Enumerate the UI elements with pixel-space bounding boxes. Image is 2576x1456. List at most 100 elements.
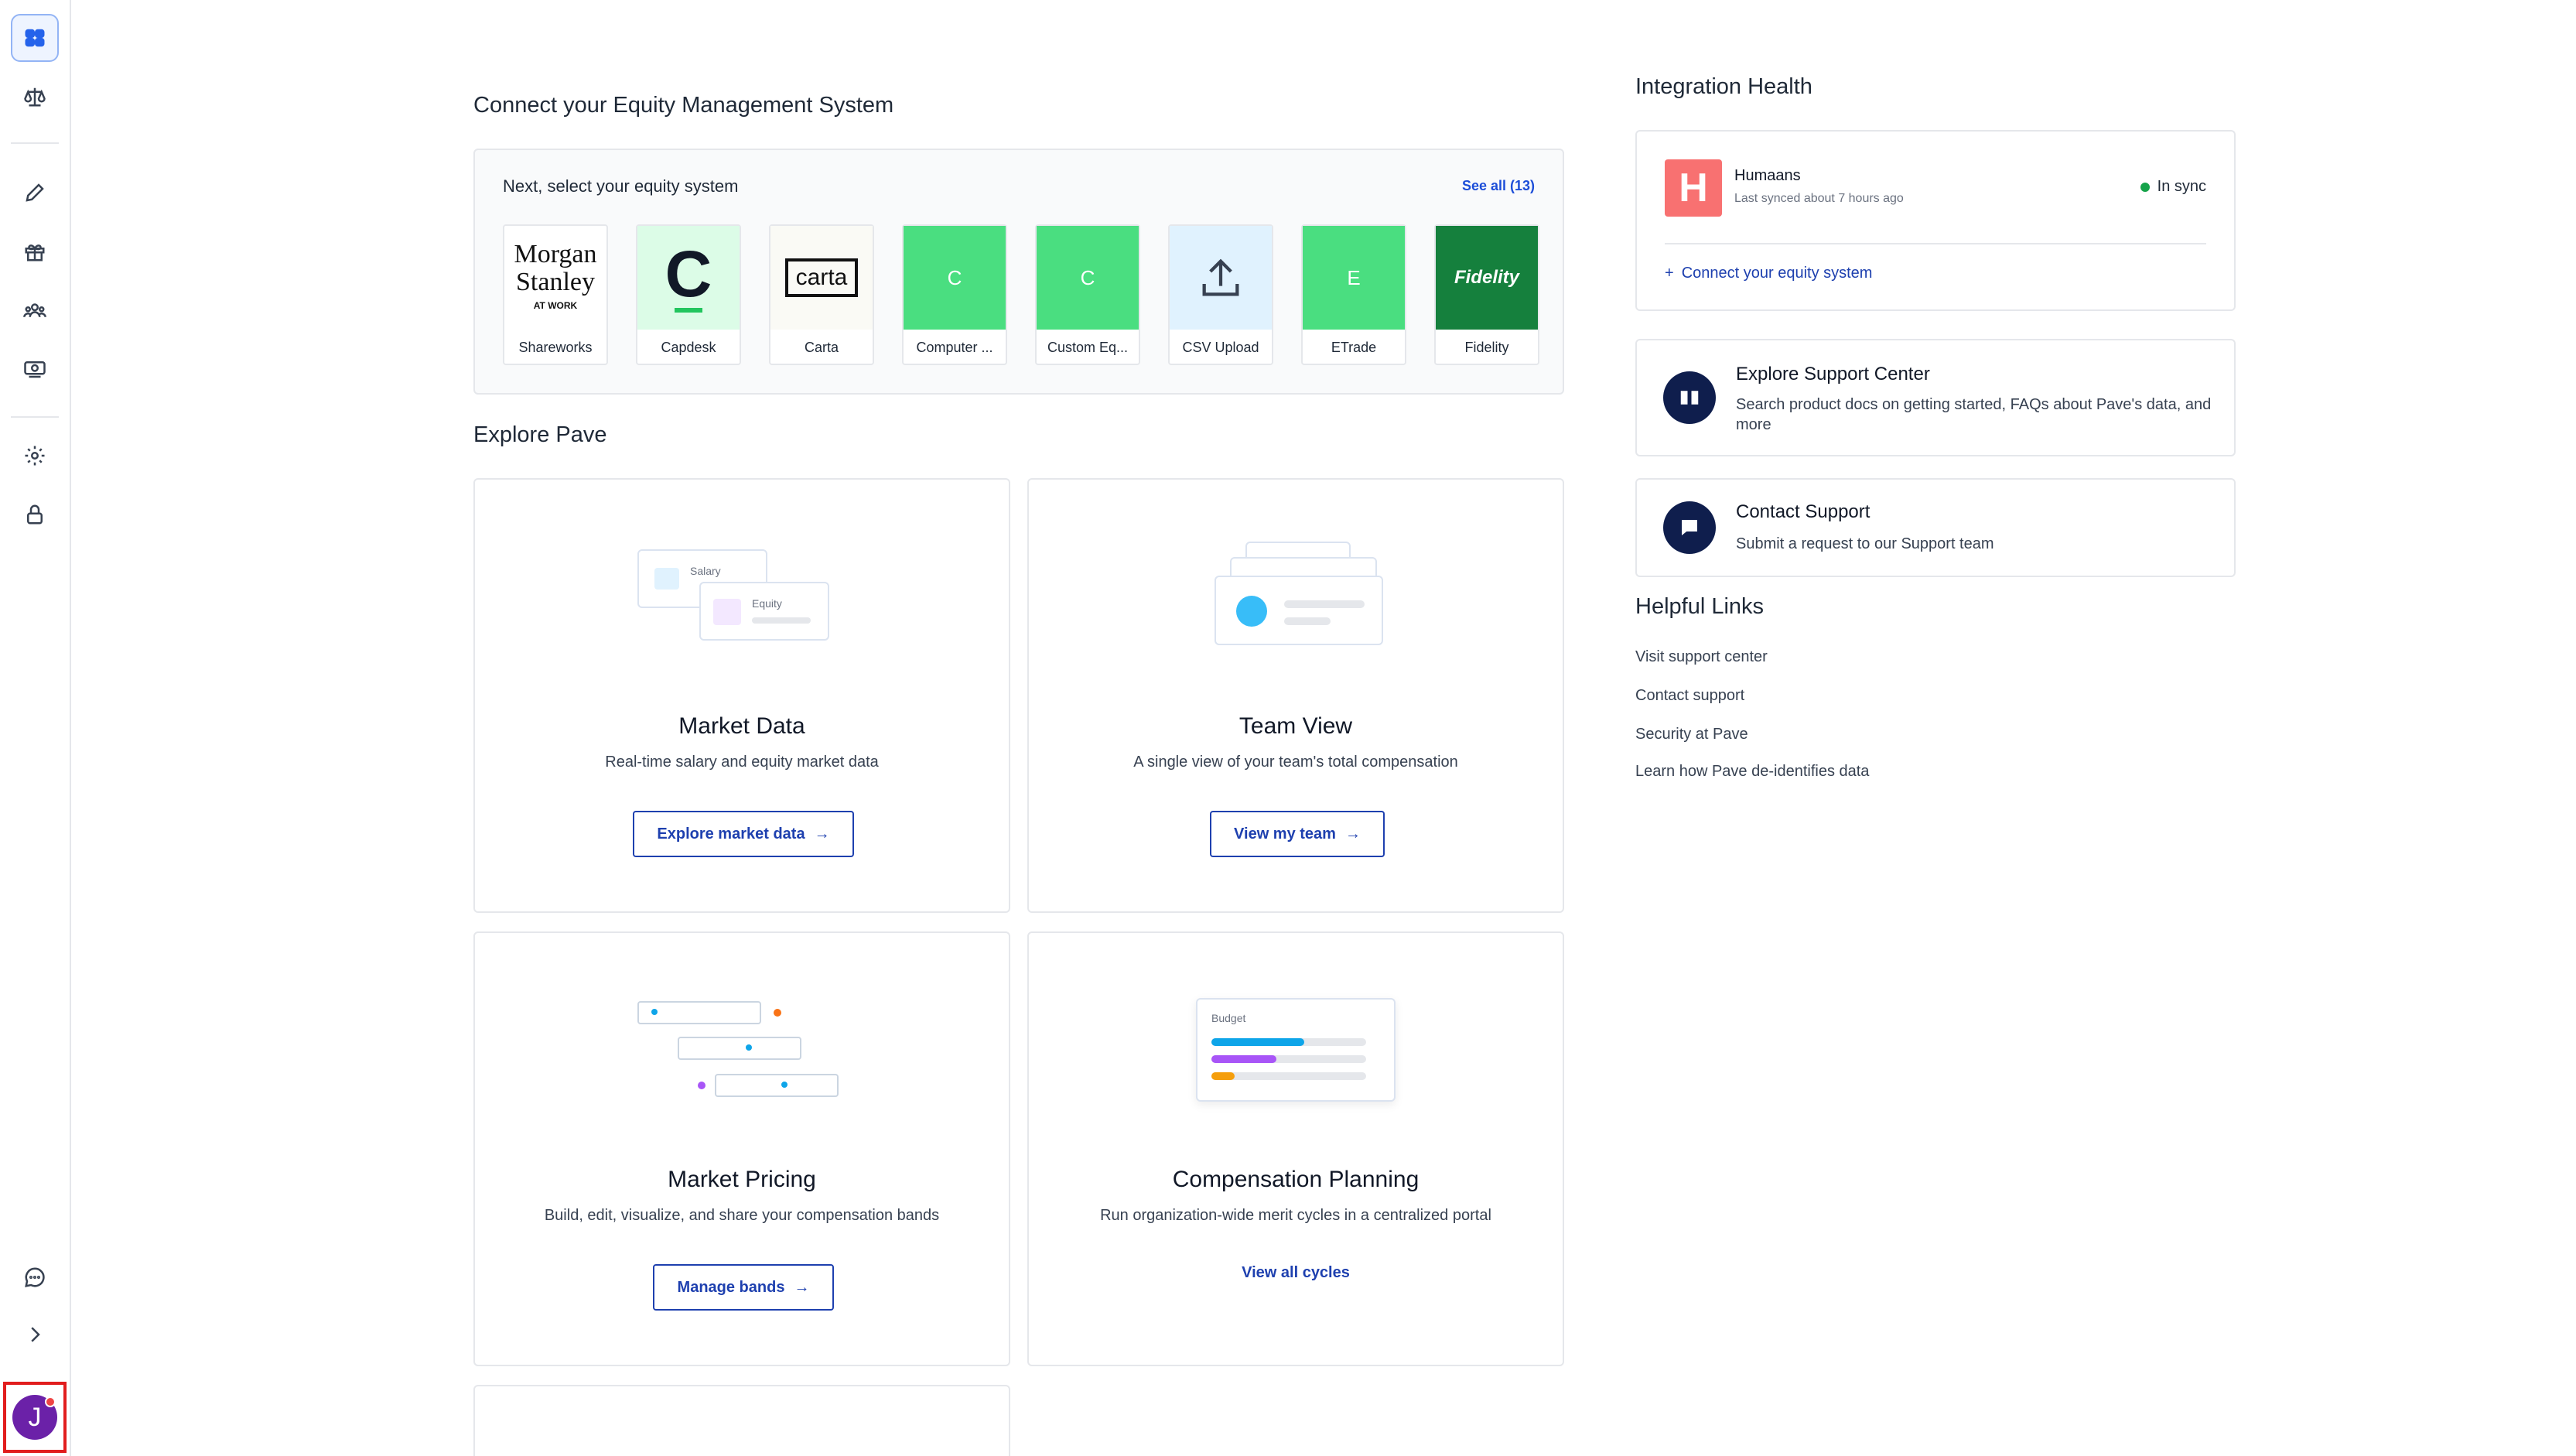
contact-support-card[interactable]: Contact Support Submit a request to our … — [1635, 478, 2236, 577]
status-badge: In sync — [2140, 178, 2206, 196]
divider — [1665, 243, 2206, 244]
contact-support-title: Contact Support — [1736, 501, 1871, 522]
manage-bands-button[interactable]: Manage bands → — [653, 1264, 834, 1311]
button-label: Manage bands — [677, 1278, 785, 1296]
chevron-right-icon — [31, 1327, 40, 1342]
support-center-card[interactable]: Explore Support Center Search product do… — [1635, 339, 2236, 456]
card-description: Run organization-wide merit cycles in a … — [1100, 1207, 1491, 1224]
link-label: Connect your equity system — [1681, 265, 1873, 282]
card-title: Compensation Planning — [1172, 1167, 1420, 1192]
fidelity-logo: Fidelity — [1436, 226, 1538, 330]
logo-line: Morgan — [514, 240, 597, 268]
sidebar-item-compensation[interactable] — [11, 345, 59, 393]
link-de-identifies-data[interactable]: Learn how Pave de-identifies data — [1635, 763, 1869, 781]
sidebar-item-market[interactable] — [11, 73, 59, 121]
equity-tiles: Morgan Stanley AT WORK Shareworks C Capd… — [503, 224, 1539, 365]
tile-csv-upload[interactable]: CSV Upload — [1168, 224, 1273, 365]
provider-name: Humaans — [1734, 167, 1801, 184]
support-center-title: Explore Support Center — [1736, 364, 1930, 385]
logo-letter: C — [664, 238, 712, 310]
tile-computershare[interactable]: C Computer ... — [902, 224, 1007, 365]
equity-heading: Connect your Equity Management System — [473, 93, 894, 118]
link-visit-support-center[interactable]: Visit support center — [1635, 648, 1768, 666]
tile-fidelity[interactable]: Fidelity Fidelity — [1434, 224, 1539, 365]
card-market-data: Salary Equity Market Data Real-time sala… — [473, 478, 1010, 913]
chat-bubble-icon — [1663, 501, 1716, 554]
sidebar-item-benefits[interactable] — [11, 227, 59, 275]
team-icon — [23, 303, 46, 318]
tile-name: Fidelity — [1464, 340, 1509, 355]
last-synced: Last synced about 7 hours ago — [1734, 192, 1904, 205]
team-view-illustration — [1215, 542, 1392, 665]
logo-line: AT WORK — [533, 300, 578, 311]
logo-letter: H — [1679, 166, 1708, 210]
notification-dot — [45, 1396, 56, 1407]
card-title: Team View — [1238, 713, 1353, 739]
card-description: Build, edit, visualize, and share your c… — [544, 1207, 940, 1224]
tile-name: Shareworks — [518, 340, 593, 355]
avatar[interactable]: J — [12, 1395, 57, 1440]
sidebar-item-settings[interactable] — [11, 432, 59, 480]
see-all-link[interactable]: See all (13) — [1462, 178, 1535, 194]
logo-text: Fidelity — [1454, 267, 1519, 288]
placeholder-logo: E — [1303, 226, 1405, 330]
user-menu[interactable]: J — [3, 1382, 67, 1453]
link-contact-support[interactable]: Contact support — [1635, 687, 1744, 705]
capdesk-logo: C — [637, 226, 740, 330]
tile-name: Computer ... — [916, 340, 993, 355]
view-my-team-button[interactable]: View my team → — [1210, 811, 1385, 857]
chat-icon — [25, 1267, 45, 1287]
placeholder-logo: C — [1037, 226, 1139, 330]
view-all-cycles-link[interactable]: View all cycles — [1029, 1264, 1563, 1282]
sidebar-divider — [11, 142, 59, 144]
sidebar-divider — [11, 416, 59, 418]
tile-name: Custom Eq... — [1047, 340, 1129, 355]
equity-subheading: Next, select your equity system — [503, 176, 739, 196]
tile-shareworks[interactable]: Morgan Stanley AT WORK Shareworks — [503, 224, 608, 365]
card-market-pricing: Market Pricing Build, edit, visualize, a… — [473, 931, 1010, 1366]
market-data-illustration: Salary Equity — [637, 549, 839, 658]
tile-capdesk[interactable]: C Capdesk — [636, 224, 741, 365]
pencil-icon — [26, 183, 44, 202]
card-team-view: Team View A single view of your team's t… — [1027, 478, 1564, 913]
arrow-right-icon: → — [1344, 825, 1361, 842]
upload-icon — [1170, 226, 1272, 330]
humaans-logo: H — [1665, 159, 1722, 217]
button-label: Explore market data — [657, 825, 805, 842]
sidebar-item-dashboard[interactable] — [11, 14, 59, 62]
avatar-initial: J — [28, 1402, 42, 1432]
connect-equity-link[interactable]: + Connect your equity system — [1665, 265, 1872, 282]
explore-market-data-button[interactable]: Explore market data → — [633, 811, 854, 857]
sidebar-item-chat[interactable] — [11, 1253, 59, 1301]
status-text: In sync — [2157, 178, 2206, 195]
tile-carta[interactable]: carta Carta — [769, 224, 874, 365]
card-partial — [473, 1385, 1010, 1456]
tile-etrade[interactable]: E ETrade — [1301, 224, 1406, 365]
integration-heading: Integration Health — [1635, 74, 1812, 99]
market-pricing-illustration — [637, 1001, 846, 1109]
illus-label: Equity — [752, 597, 782, 610]
card-compensation-planning: Budget Compensation Planning Run organiz… — [1027, 931, 1564, 1366]
card-title: Market Data — [678, 713, 805, 739]
tile-name: Carta — [804, 340, 839, 355]
card-title: Market Pricing — [668, 1167, 816, 1192]
sidebar-item-edit[interactable] — [11, 169, 59, 217]
placeholder-logo: C — [904, 226, 1006, 330]
integration-card: H Humaans Last synced about 7 hours ago … — [1635, 130, 2236, 311]
scale-icon — [24, 87, 46, 107]
sidebar-expand[interactable] — [11, 1311, 59, 1359]
plus-icon: + — [1665, 265, 1674, 282]
sidebar-item-team[interactable] — [11, 286, 59, 334]
arrow-right-icon: → — [814, 825, 830, 842]
logo-line: Stanley — [516, 268, 595, 296]
sidebar-item-security[interactable] — [11, 490, 59, 538]
link-security-at-pave[interactable]: Security at Pave — [1635, 726, 1748, 743]
tile-custom-equity[interactable]: C Custom Eq... — [1035, 224, 1140, 365]
logo-underline — [675, 308, 702, 313]
tile-name: ETrade — [1331, 340, 1377, 355]
support-center-desc: Search product docs on getting started, … — [1736, 396, 2212, 433]
helpful-links-heading: Helpful Links — [1635, 594, 1765, 619]
morgan-stanley-logo: Morgan Stanley AT WORK — [504, 226, 606, 330]
illus-label: Budget — [1211, 1012, 1246, 1024]
logo-letter: E — [1347, 265, 1361, 289]
